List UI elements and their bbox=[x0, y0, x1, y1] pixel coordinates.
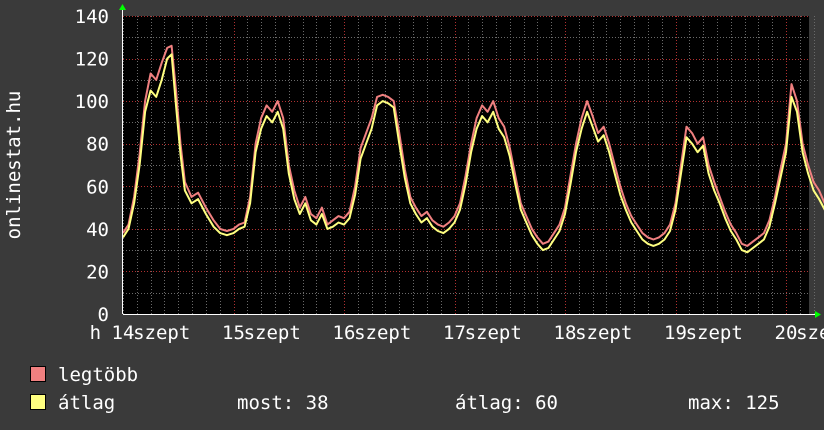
x-tick-label: szept bbox=[244, 322, 301, 344]
y-axis-label: onlinestat.hu bbox=[3, 91, 25, 240]
x-tick-label: szept bbox=[133, 322, 190, 344]
y-tick-label: 40 bbox=[86, 219, 109, 241]
stat-max: max: 125 bbox=[688, 392, 780, 414]
y-tick-label: 120 bbox=[75, 49, 109, 71]
legend-label: átlag bbox=[58, 392, 116, 414]
x-tick-label: h bbox=[90, 322, 101, 344]
y-tick-label: 100 bbox=[75, 91, 109, 113]
x-tick-label: 14 bbox=[112, 322, 135, 344]
stat-atlag: átlag: 60 bbox=[455, 392, 558, 414]
x-tick-label: szept bbox=[575, 322, 632, 344]
x-tick-label: szept bbox=[796, 322, 824, 344]
y-axis-arrow bbox=[119, 4, 126, 10]
line-chart: 020406080100120140 h 14szept 15szept 16szep… bbox=[3, 4, 824, 344]
stat-most: most: 38 bbox=[237, 392, 329, 414]
x-tick-label: szept bbox=[686, 322, 743, 344]
y-tick-label: 20 bbox=[86, 261, 109, 283]
x-axis-arrow bbox=[815, 311, 821, 318]
x-tick-label: 18 bbox=[554, 322, 577, 344]
y-tick-label: 60 bbox=[86, 176, 109, 198]
y-tick-labels: 020406080100120140 bbox=[75, 6, 109, 326]
x-tick-labels: h 14szept 15szept 16szept 17szept 18szept 19sz… bbox=[90, 322, 824, 344]
y-tick-label: 140 bbox=[75, 6, 109, 28]
legtobb-swatch bbox=[30, 366, 46, 382]
atlag-swatch bbox=[30, 394, 46, 410]
x-tick-label: 20 bbox=[775, 322, 798, 344]
x-tick-label: 16 bbox=[333, 322, 356, 344]
x-tick-label: szept bbox=[465, 322, 522, 344]
x-tick-label: 15 bbox=[222, 322, 245, 344]
x-tick-label: szept bbox=[354, 322, 411, 344]
legend-label: legtöbb bbox=[58, 364, 139, 386]
x-tick-label: 17 bbox=[443, 322, 466, 344]
y-tick-label: 80 bbox=[86, 134, 109, 156]
x-tick-label: 19 bbox=[664, 322, 687, 344]
